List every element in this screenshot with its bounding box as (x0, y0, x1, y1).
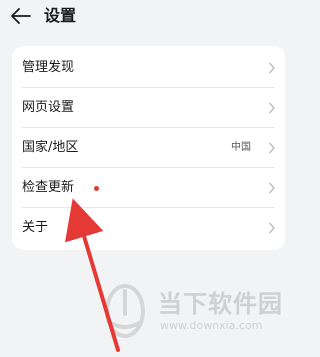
arrow-left-icon (11, 8, 31, 24)
settings-row-manage-discover[interactable]: 管理发现 (12, 48, 285, 88)
watermark-title: 当下软件园 (158, 290, 283, 318)
settings-row-check-updates[interactable]: 检查更新 (12, 168, 285, 208)
chevron-right-icon (269, 142, 275, 154)
settings-row-web-settings[interactable]: 网页设置 (12, 88, 285, 128)
settings-row-label: 网页设置 (22, 100, 75, 115)
watermark-url: www.downxia.com (160, 319, 263, 332)
settings-row-label: 关于 (22, 220, 49, 235)
update-badge (94, 186, 99, 191)
settings-row-country-region[interactable]: 国家/地区 中国 (12, 128, 285, 168)
chevron-right-icon (269, 222, 275, 234)
settings-row-label: 国家/地区 (22, 140, 79, 155)
back-button[interactable] (8, 4, 34, 28)
settings-card: 管理发现 网页设置 国家/地区 中国 检查更新 关于 (12, 46, 285, 250)
chevron-right-icon (269, 182, 275, 194)
settings-row-label: 管理发现 (22, 60, 75, 75)
watermark-logo (105, 284, 145, 338)
settings-row-label: 检查更新 (22, 180, 75, 195)
page-title: 设置 (44, 6, 77, 25)
top-bar: 设置 (0, 0, 297, 34)
chevron-right-icon (269, 62, 275, 74)
settings-row-value: 中国 (231, 142, 251, 153)
settings-row-about[interactable]: 关于 (12, 208, 285, 248)
chevron-right-icon (269, 102, 275, 114)
